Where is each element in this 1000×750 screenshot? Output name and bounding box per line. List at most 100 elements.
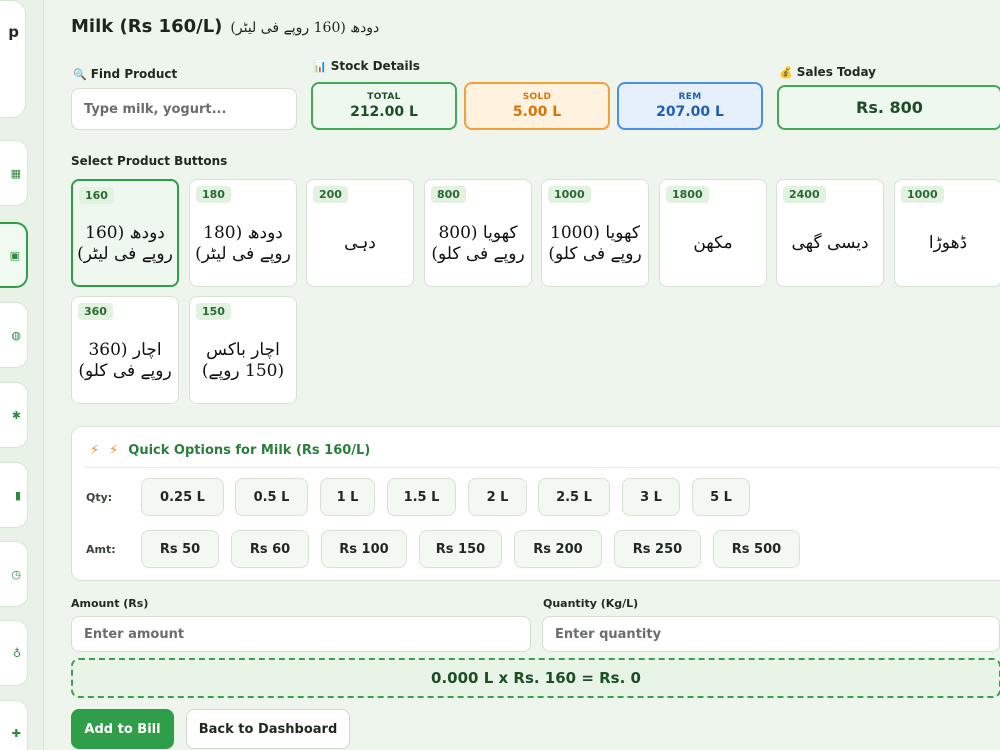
product-button[interactable]: 160 دودھ (160 روپے فی لیٹر)	[71, 179, 179, 287]
sidebar-item-grid[interactable]: ▦	[0, 140, 28, 206]
product-button[interactable]: 1000 کھویا (1000 روپے فی کلو)	[541, 179, 649, 287]
product-price: 160	[79, 187, 114, 204]
amount-input[interactable]	[71, 616, 531, 652]
sidebar-item-add[interactable]: ✚	[0, 700, 28, 750]
product-button[interactable]: 180 دودھ (180 روپے فی لیٹر)	[189, 179, 297, 287]
quick-options-panel: ⚡ ⚡ Quick Options for Milk (Rs 160/L) Qty:…	[71, 426, 1000, 581]
select-product-label: Select Product Buttons	[71, 154, 228, 168]
sidebar-item-bag[interactable]: ◍	[0, 302, 28, 368]
product-price: 800	[431, 186, 466, 203]
add-to-bill-button[interactable]: Add to Bill	[71, 709, 174, 749]
stock-rem-value: 207.00 L	[656, 104, 724, 120]
amt-row-label: Amt:	[86, 543, 116, 556]
search-icon: 🔍	[73, 68, 87, 81]
back-to-dashboard-button[interactable]: Back to Dashboard	[186, 709, 350, 749]
quick-options-title-text: Quick Options for Milk (Rs 160/L)	[128, 443, 371, 458]
product-button[interactable]: 2400 دیسی گھی	[776, 179, 884, 287]
bag-icon: ◍	[11, 328, 21, 342]
quick-options-title: ⚡ ⚡ Quick Options for Milk (Rs 160/L)	[90, 443, 370, 458]
product-name: اچار (360 روپے فی کلو)	[78, 339, 172, 381]
product-price: 1000	[548, 186, 591, 203]
product-price: 360	[78, 303, 113, 320]
sales-today-label-text: Sales Today	[796, 65, 876, 79]
product-name: اچار باکس (150 روپے)	[201, 339, 285, 381]
stock-rem-label: REM	[678, 92, 702, 102]
users-icon: ♁	[12, 646, 21, 660]
product-name: ڈھوڑا	[928, 233, 968, 254]
product-button[interactable]: 1000 ڈھوڑا	[894, 179, 1000, 287]
brand-logo: p	[0, 0, 26, 118]
brand-letter: p	[8, 23, 19, 41]
box-icon: ▣	[9, 248, 20, 262]
title-urdu: دودھ (160 روپے فی لیٹر)	[230, 20, 380, 36]
product-price: 200	[313, 186, 348, 203]
sidebar-item-reports[interactable]: ▮	[0, 462, 28, 528]
sidebar-item-users[interactable]: ♁	[0, 620, 28, 686]
stock-total-card: TOTAL 212.00 L	[311, 82, 457, 130]
divider	[84, 467, 998, 468]
title-text: Milk (Rs 160/L)	[71, 16, 223, 37]
chart-icon: ▮	[14, 488, 21, 502]
qty-chip[interactable]: 3 L	[622, 478, 680, 516]
product-button[interactable]: 1800 مکھن	[659, 179, 767, 287]
qty-chip[interactable]: 1 L	[320, 478, 375, 516]
stock-total-label: TOTAL	[367, 92, 401, 102]
bolt-icon: ⚡	[90, 443, 100, 458]
money-bag-icon: 💰	[779, 66, 793, 79]
sidebar-item-products[interactable]: ▣	[0, 222, 28, 288]
amt-chip[interactable]: Rs 150	[419, 530, 502, 568]
sidebar: p ▦ ▣ ◍ ✱ ▮ ◷ ♁ ✚	[0, 0, 44, 750]
qty-chip[interactable]: 5 L	[692, 478, 750, 516]
sidebar-item-settings[interactable]: ✱	[0, 382, 28, 448]
product-price: 150	[196, 303, 231, 320]
product-name: مکھن	[693, 233, 733, 254]
amt-chip[interactable]: Rs 100	[321, 530, 407, 568]
product-price: 180	[196, 186, 231, 203]
stock-rem-card: REM 207.00 L	[617, 82, 763, 130]
qty-chip[interactable]: 0.5 L	[235, 478, 308, 516]
product-name: دودھ (180 روپے فی لیٹر)	[195, 222, 291, 264]
qty-chip[interactable]: 1.5 L	[387, 478, 456, 516]
calculation-summary: 0.000 L x Rs. 160 = Rs. 0	[71, 658, 1000, 698]
sales-today-label: 💰 Sales Today	[779, 65, 876, 79]
find-product-label-text: Find Product	[90, 67, 178, 81]
qty-chip[interactable]: 2.5 L	[538, 478, 610, 516]
qty-chip[interactable]: 2 L	[468, 478, 527, 516]
product-name: دہی	[344, 233, 376, 254]
product-button[interactable]: 150 اچار باکس (150 روپے)	[189, 296, 297, 404]
stock-details-label-text: Stock Details	[330, 59, 420, 73]
stock-sold-value: 5.00 L	[512, 104, 562, 120]
qty-row-label: Qty:	[86, 491, 113, 504]
sales-today-value: Rs. 800	[777, 85, 1000, 130]
product-price: 1800	[666, 186, 709, 203]
stock-sold-card: SOLD 5.00 L	[464, 82, 610, 130]
product-price: 1000	[901, 186, 944, 203]
quantity-input[interactable]	[542, 616, 1000, 652]
qty-chip[interactable]: 0.25 L	[141, 478, 224, 516]
product-button[interactable]: 360 اچار (360 روپے فی کلو)	[71, 296, 179, 404]
chart-icon: 📊	[313, 60, 327, 73]
product-price: 2400	[783, 186, 826, 203]
amt-chip[interactable]: Rs 500	[713, 530, 800, 568]
bolt-icon: ⚡	[109, 443, 119, 458]
product-name: کھویا (1000 روپے فی کلو)	[548, 222, 642, 264]
product-button[interactable]: 800 کھویا (800 روپے فی کلو)	[424, 179, 532, 287]
amt-chip[interactable]: Rs 50	[141, 530, 219, 568]
product-name: کھویا (800 روپے فی کلو)	[431, 222, 525, 264]
amt-chip[interactable]: Rs 60	[231, 530, 309, 568]
amt-chip[interactable]: Rs 250	[614, 530, 701, 568]
page-title: Milk (Rs 160/L) دودھ (160 روپے فی لیٹر)	[71, 16, 379, 37]
stock-details-label: 📊 Stock Details	[313, 59, 420, 73]
product-name: دیسی گھی	[791, 233, 869, 254]
amount-label: Amount (Rs)	[71, 597, 149, 610]
find-product-label: 🔍 Find Product	[73, 67, 177, 81]
product-button[interactable]: 200 دہی	[306, 179, 414, 287]
amt-chip[interactable]: Rs 200	[514, 530, 602, 568]
grid-icon: ▦	[10, 166, 21, 180]
sidebar-item-history[interactable]: ◷	[0, 541, 28, 607]
stock-total-value: 212.00 L	[350, 104, 418, 120]
product-name: دودھ (160 روپے فی لیٹر)	[77, 222, 173, 264]
stock-sold-label: SOLD	[522, 92, 552, 102]
plus-icon: ✚	[11, 726, 21, 740]
search-input[interactable]	[71, 88, 297, 130]
